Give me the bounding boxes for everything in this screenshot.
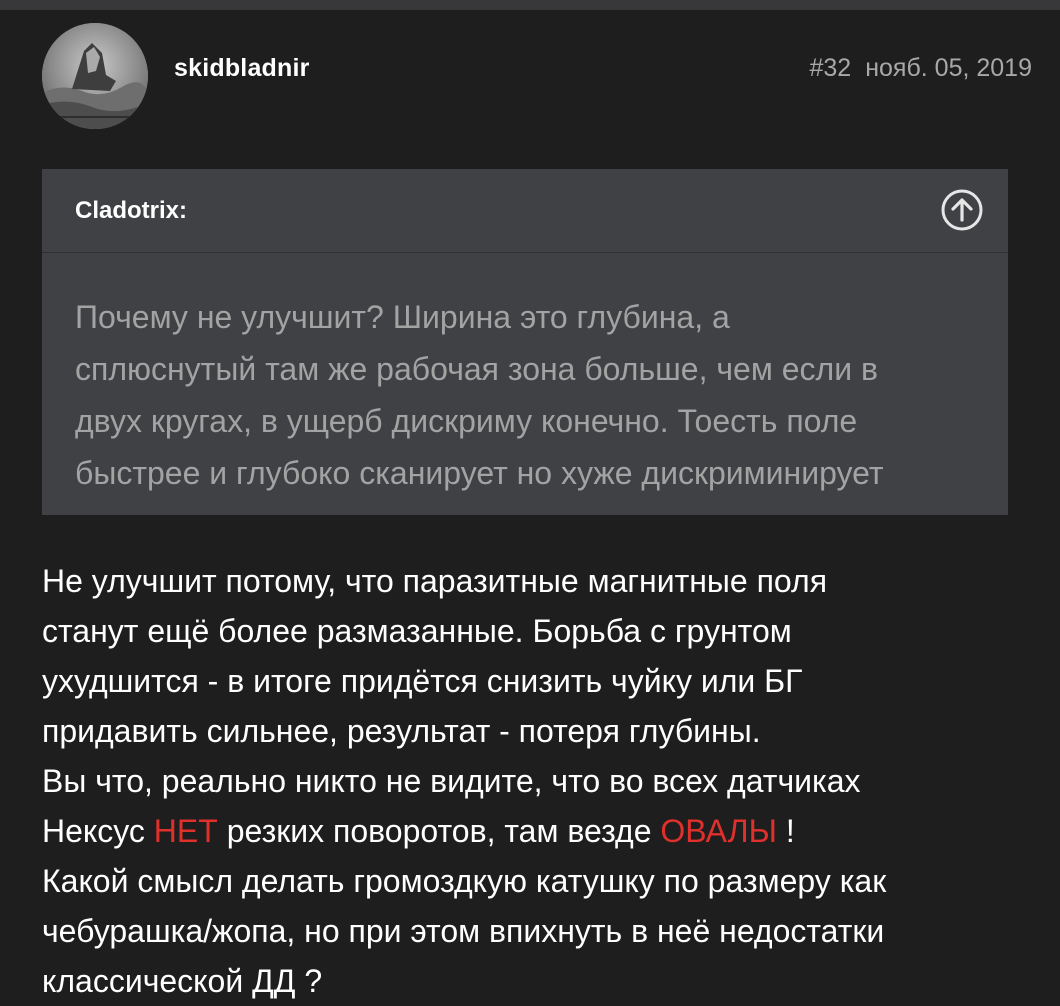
post-date: нояб. 05, 2019 (865, 54, 1032, 82)
avatar-image (42, 23, 148, 129)
quote-line: Почему не улучшит? Ширина это глубина, а (75, 299, 730, 335)
body-line: станут ещё более размазанные. Борьба с г… (42, 613, 792, 649)
body-line: чебурашка/жопа, но при этом впихнуть в н… (42, 913, 885, 949)
quote-text: Почему не улучшит? Ширина это глубина, а… (75, 291, 995, 499)
body-line-highlighted: Нексус НЕТ резких поворотов, там везде О… (42, 806, 1042, 856)
body-text: Нексус (42, 813, 154, 849)
post-meta: #32 нояб. 05, 2019 (810, 54, 1033, 83)
highlight-text: ОВАЛЫ (660, 813, 777, 849)
body-line: придавить сильнее, результат - потеря гл… (42, 713, 761, 749)
quote-line: быстрее и глубоко сканирует но хуже диск… (75, 455, 884, 491)
body-text: ! (776, 813, 795, 849)
body-line: классической ДД ? (42, 963, 323, 999)
body-line: Какой смысл делать громоздкую катушку по… (42, 863, 887, 899)
forum-post: skidbladnir #32 нояб. 05, 2019 Cladotrix… (0, 10, 1060, 1004)
body-line: ухудшится - в итоге придётся снизить чуй… (42, 663, 803, 699)
post-author[interactable]: skidbladnir (174, 54, 310, 83)
post-body: Не улучшит потому, что паразитные магнит… (42, 556, 1042, 1006)
post-number[interactable]: #32 (810, 54, 852, 83)
top-bar (0, 0, 1060, 10)
quote-header: Cladotrix: (42, 169, 1008, 253)
quote-line: двух кругах, в ущерб дискриму конечно. Т… (75, 403, 858, 439)
body-line: Не улучшит потому, что паразитные магнит… (42, 563, 828, 599)
quote-block: Cladotrix: Почему не улучшит? Ширина это… (42, 169, 1008, 515)
body-text: резких поворотов, там везде (217, 813, 661, 849)
highlight-text: НЕТ (153, 813, 218, 849)
quote-line: сплюснутый там же рабочая зона больше, ч… (75, 351, 878, 387)
body-line: Вы что, реально никто не видите, что во … (42, 763, 861, 799)
avatar[interactable] (42, 23, 148, 129)
arrow-up-circle-icon[interactable] (940, 188, 984, 232)
quote-author[interactable]: Cladotrix: (75, 197, 187, 225)
